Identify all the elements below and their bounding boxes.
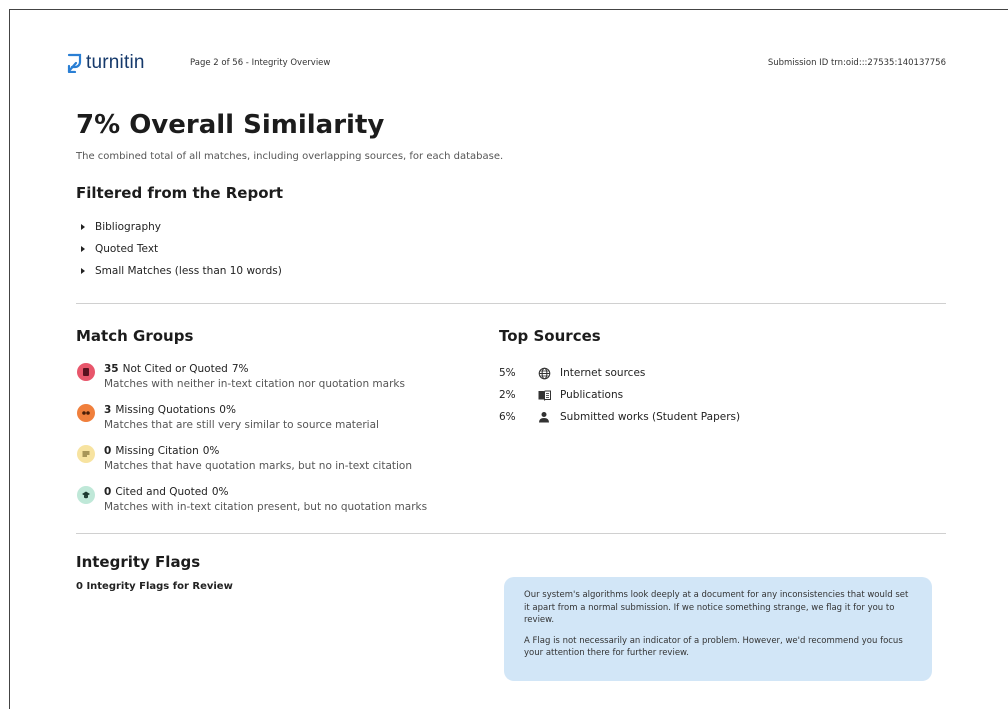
graduation-cap-icon (77, 486, 95, 504)
filtered-item-label: Quoted Text (95, 243, 159, 255)
match-percent: 7% (231, 363, 249, 375)
source-percent: 2% (499, 389, 516, 401)
match-group-item: 0 Missing Citation 0% Matches that have qu… (77, 444, 477, 485)
filtered-item-label: Small Matches (less than 10 words) (95, 265, 282, 277)
match-description: Matches that have quotation marks, but n… (104, 460, 412, 472)
page-subtitle: The combined total of all matches, inclu… (76, 151, 504, 162)
source-percent: 5% (499, 367, 516, 379)
match-count: 3 (104, 404, 112, 416)
source-label: Submitted works (Student Papers) (560, 411, 741, 423)
integrity-flags-count: 0 Integrity Flags for Review (76, 581, 233, 592)
divider (76, 303, 946, 304)
submission-id: Submission ID trn:oid:::27535:140137756 (767, 58, 946, 68)
integrity-info-box: Our system's algorithms look deeply at a… (504, 577, 932, 681)
source-item: 5% Internet sources (499, 362, 740, 384)
lines-icon (77, 445, 95, 463)
list-item: Quoted Text (81, 238, 282, 260)
match-count: 0 (104, 445, 112, 457)
match-group-item: 35 Not Cited or Quoted 7% Matches with nei… (77, 362, 477, 403)
match-group-item: 3 Missing Quotations 0% Matches that are s… (77, 403, 477, 444)
bullet-triangle-icon (81, 268, 85, 274)
match-count: 0 (104, 486, 112, 498)
match-percent: 0% (211, 486, 229, 498)
info-paragraph: A Flag is not necessarily an indicator o… (524, 635, 903, 659)
match-label: Missing Citation (115, 445, 199, 457)
match-label: Cited and Quoted (115, 486, 208, 498)
match-description: Matches with in-text citation present, b… (104, 501, 428, 513)
integrity-flags-heading: Integrity Flags (76, 553, 201, 571)
list-item: Bibliography (81, 216, 282, 238)
person-icon (537, 410, 551, 424)
top-sources-list: 5% Internet sources 2% Publications 6% S… (499, 362, 740, 428)
match-percent: 0% (219, 404, 236, 416)
document-icon (77, 363, 95, 381)
match-description: Matches with neither in-text citation no… (104, 378, 405, 390)
bullet-triangle-icon (81, 246, 85, 252)
filtered-item-label: Bibliography (95, 221, 161, 233)
book-icon (537, 388, 551, 402)
page-info: Page 2 of 56 - Integrity Overview (190, 58, 331, 68)
bullet-triangle-icon (81, 224, 85, 230)
match-group-item: 0 Cited and Quoted 0% Matches with in-text… (77, 485, 477, 526)
source-item: 6% Submitted works (Student Papers) (499, 406, 740, 428)
turnitin-logo: turnitin (66, 52, 145, 74)
match-count: 35 (104, 363, 119, 375)
source-label: Publications (560, 389, 624, 401)
page-header: turnitin Page 2 of 56 - Integrity Overvi… (66, 52, 946, 78)
turnitin-logo-icon (67, 53, 82, 73)
list-item: Small Matches (less than 10 words) (81, 260, 282, 282)
source-item: 2% Publications (499, 384, 740, 406)
source-label: Internet sources (560, 367, 646, 379)
globe-icon (537, 366, 551, 380)
match-label: Missing Quotations (115, 404, 216, 416)
match-label: Not Cited or Quoted (122, 363, 228, 375)
top-sources-heading: Top Sources (499, 327, 601, 345)
page-title: 7% Overall Similarity (76, 110, 385, 140)
filtered-heading: Filtered from the Report (76, 184, 284, 202)
match-groups-heading: Match Groups (76, 327, 194, 345)
filtered-list: Bibliography Quoted Text Small Matches (… (81, 216, 282, 282)
match-description: Matches that are still very similar to s… (104, 419, 379, 431)
info-paragraph: Our system's algorithms look deeply at a… (524, 590, 909, 625)
divider (76, 533, 946, 534)
quote-icon (77, 404, 95, 422)
match-percent: 0% (202, 445, 220, 457)
match-groups-list: 35 Not Cited or Quoted 7% Matches with nei… (77, 362, 477, 526)
logo-text: turnitin (86, 52, 145, 73)
source-percent: 6% (499, 411, 516, 423)
